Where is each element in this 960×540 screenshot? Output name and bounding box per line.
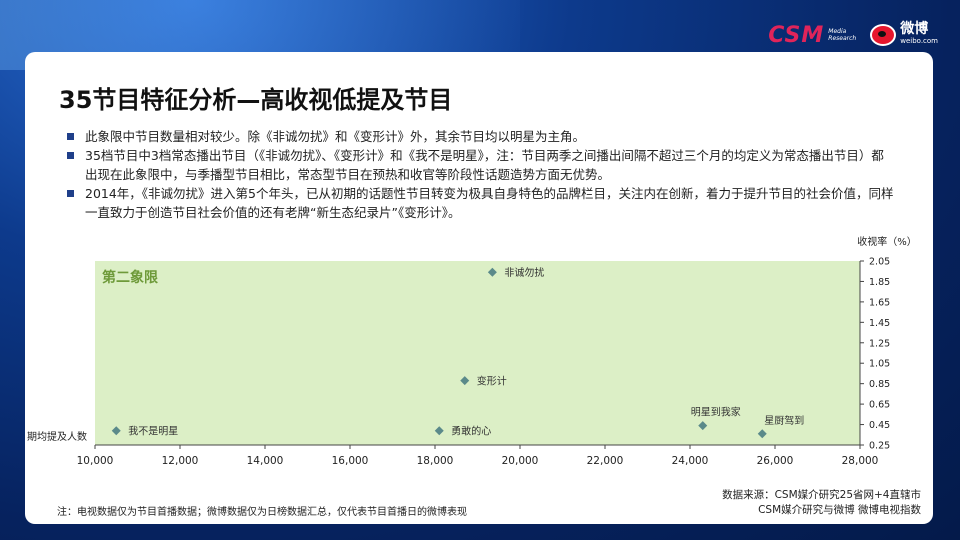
- data-source: 数据来源：CSM媒介研究25省网+4直辖市 CSM媒介研究与微博 微博电视指数: [722, 488, 921, 518]
- y-tick-label: 0.65: [869, 400, 890, 411]
- y-tick-label: 1.65: [869, 297, 890, 308]
- y-tick-label: 1.45: [869, 318, 890, 329]
- csm-sub-line-1: Media: [828, 28, 847, 35]
- y-tick-label: 0.25: [869, 441, 890, 452]
- x-tick-label: 20,000: [502, 455, 539, 467]
- csm-logo-subtitle: Media Research: [828, 28, 856, 42]
- data-point-label: 星厨驾到: [764, 415, 804, 427]
- content-card: 35节目特征分析—高收视低提及节目 此象限中节目数量相对较少。除《非诚勿扰》和《…: [25, 52, 933, 524]
- x-tick-label: 26,000: [757, 455, 794, 467]
- weibo-logo: 微博 weibo.com: [870, 21, 938, 47]
- y-axis-label: 收视率（%）: [857, 235, 917, 248]
- weibo-logo-text: 微博: [900, 21, 929, 37]
- x-tick-label: 14,000: [247, 455, 284, 467]
- y-tick-label: 1.85: [869, 277, 890, 288]
- plot-area: [95, 261, 860, 445]
- data-point-label: 勇敢的心: [451, 425, 491, 438]
- quadrant-label: 第二象限: [102, 269, 158, 286]
- y-tick-label: 0.45: [869, 420, 890, 431]
- csm-sub-line-2: Research: [828, 35, 857, 42]
- x-tick-label: 22,000: [587, 455, 624, 467]
- x-tick-label: 24,000: [672, 455, 709, 467]
- y-tick-label: 1.25: [869, 338, 890, 349]
- y-tick-label: 0.85: [869, 379, 890, 390]
- x-tick-label: 10,000: [77, 455, 114, 467]
- x-axis-label: 期均提及人数: [27, 430, 87, 443]
- weibo-logo-url: weibo.com: [900, 37, 938, 45]
- scatter-chart: 10,000 12,000 14,000 16,000 18,000 20,000 22,0…: [27, 235, 917, 467]
- footnote: 注：电视数据仅为节目首播数据；微博数据仅为日榜数据汇总，仅代表节目首播日的微博表…: [57, 507, 467, 518]
- x-tick-label: 12,000: [162, 455, 199, 467]
- data-point-label: 非诚勿扰: [504, 266, 544, 279]
- data-point-label: 明星到我家: [691, 406, 741, 419]
- y-tick-label: 1.05: [869, 359, 890, 370]
- header-logos: CSM Media Research 微博 weibo.com: [768, 20, 938, 50]
- x-tick-label: 16,000: [332, 455, 369, 467]
- x-tick-label: 18,000: [417, 455, 454, 467]
- csm-logo: CSM: [768, 22, 825, 48]
- source-line: 数据来源：CSM媒介研究25省网+4直辖市: [722, 489, 921, 501]
- data-point-label: 我不是明星: [128, 426, 178, 438]
- y-tick-label: 2.05: [869, 257, 890, 268]
- x-tick-label: 28,000: [842, 455, 879, 467]
- data-point-label: 变形计: [477, 375, 507, 388]
- weibo-eye-icon: [870, 24, 897, 46]
- source-line: CSM媒介研究与微博 微博电视指数: [758, 504, 921, 516]
